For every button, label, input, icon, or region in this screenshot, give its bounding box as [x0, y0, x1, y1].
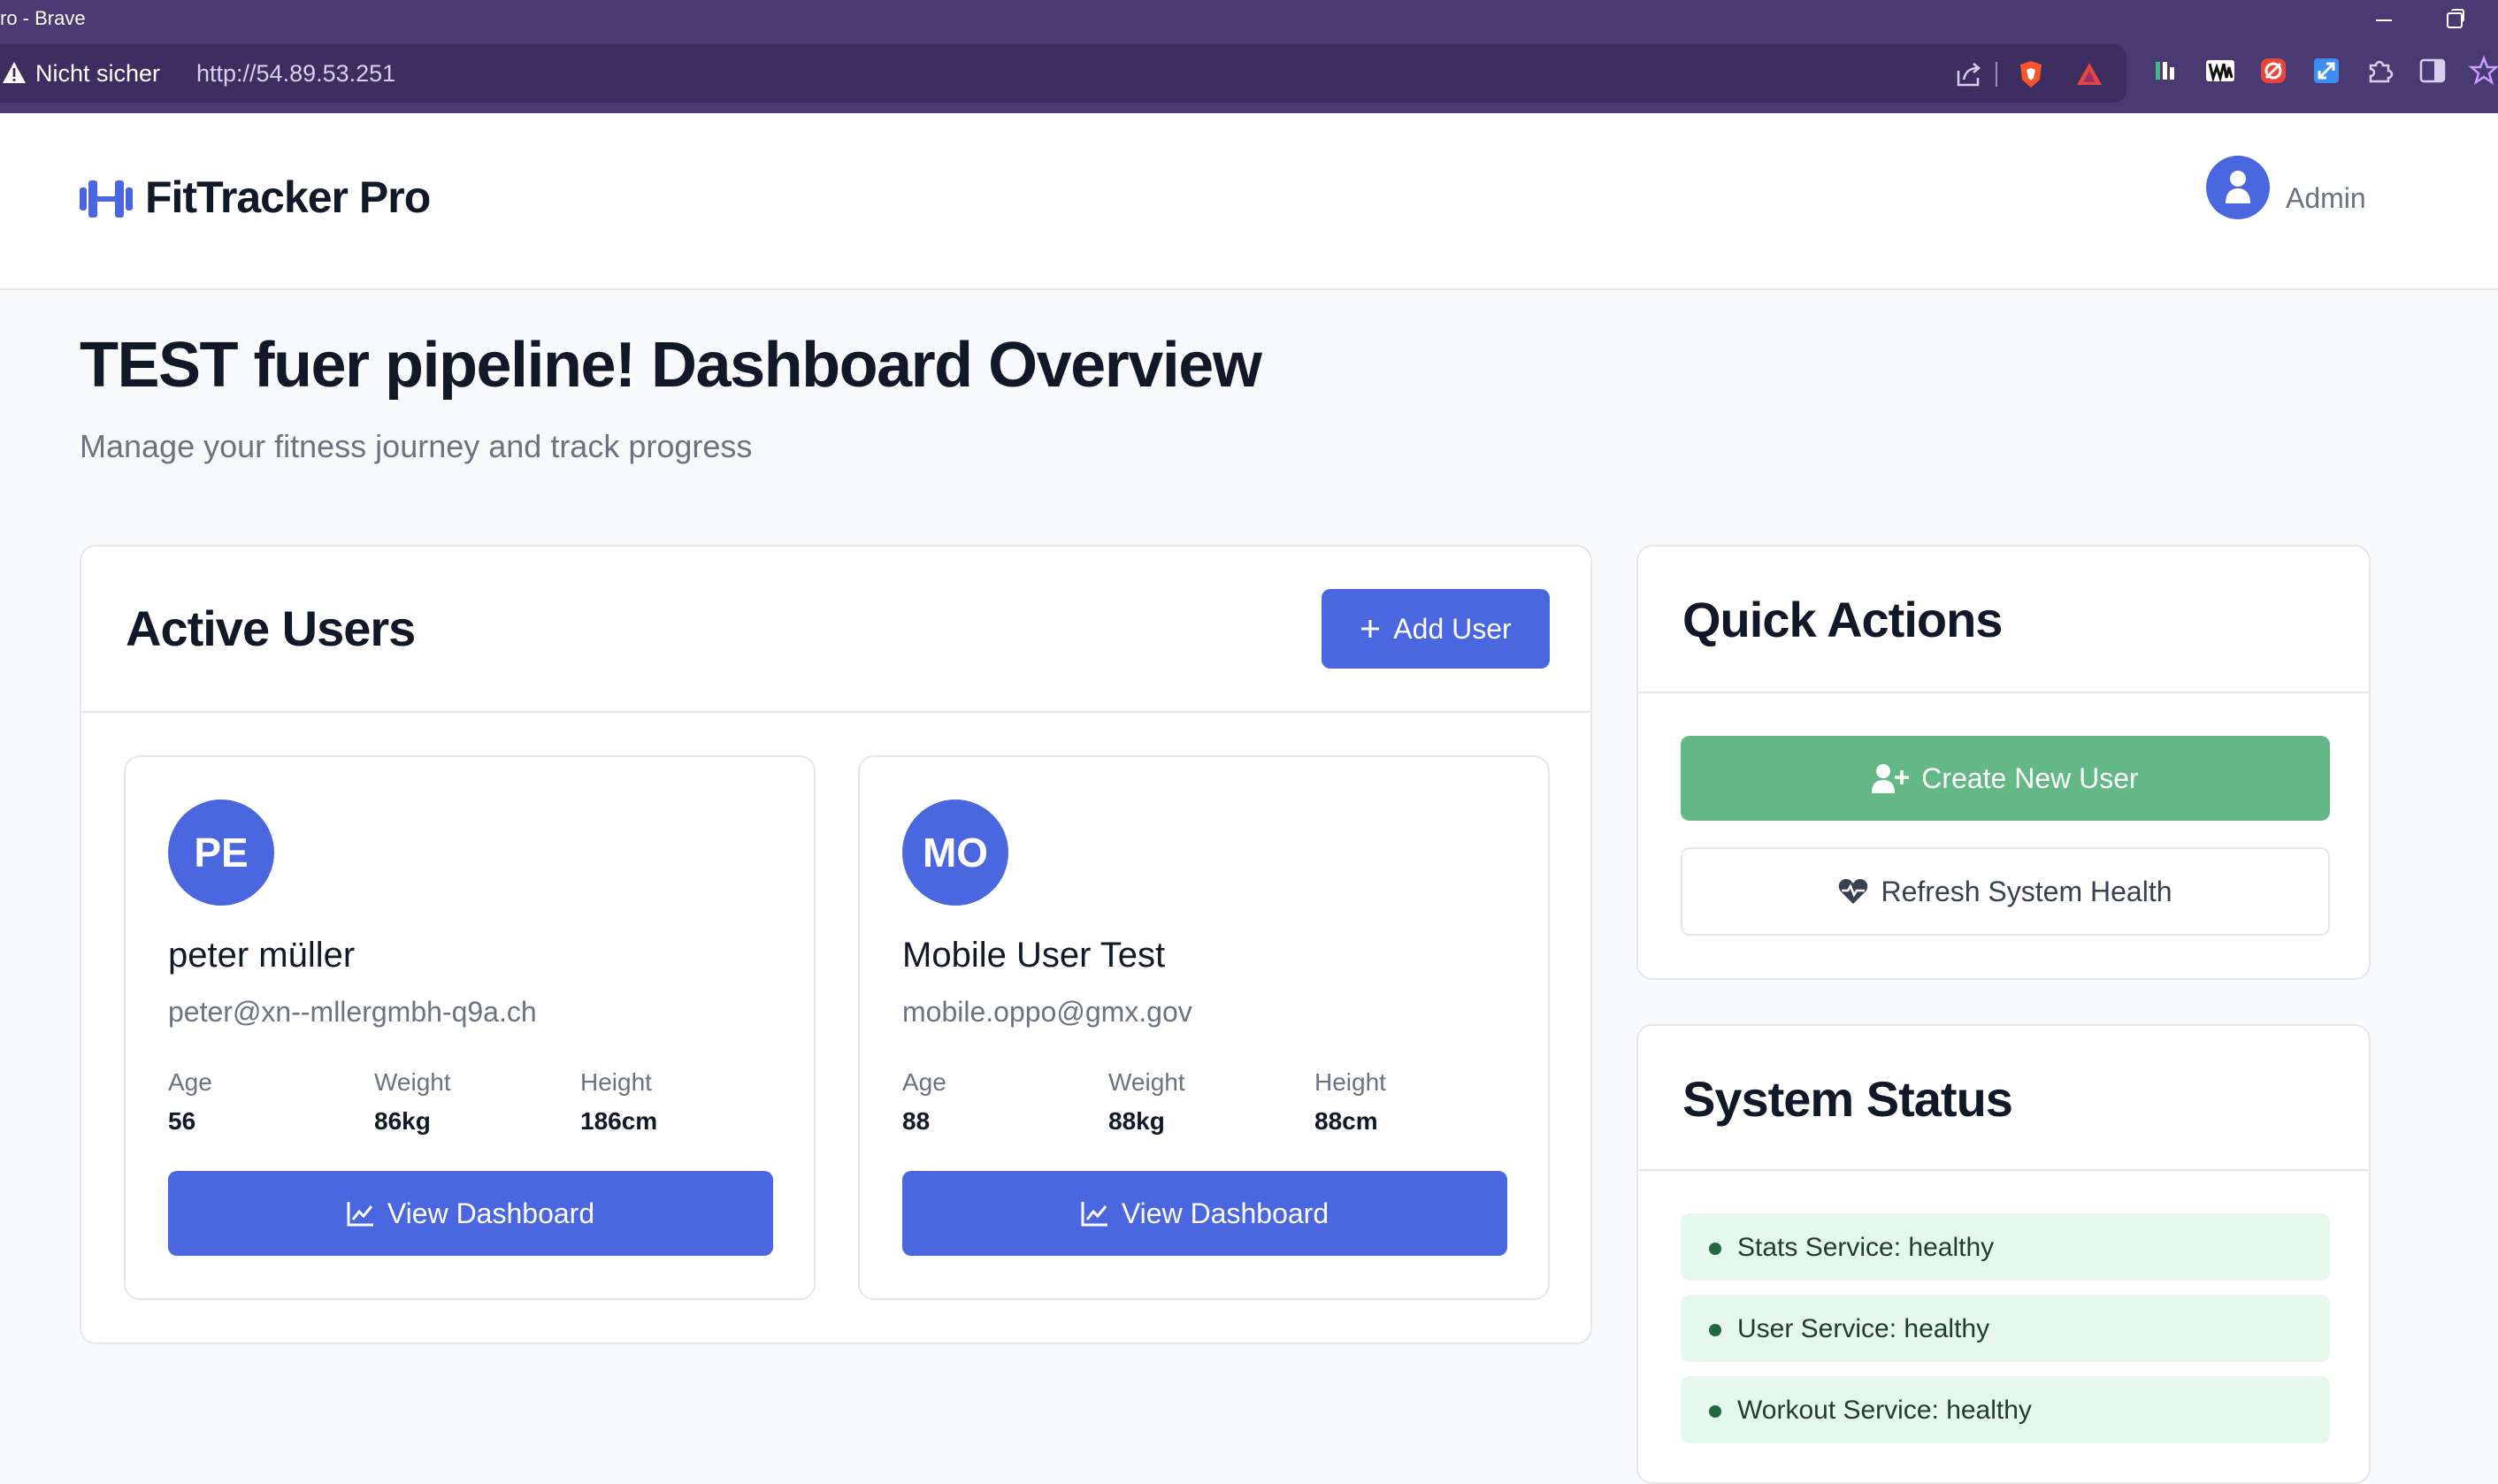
user-icon: [2226, 171, 2250, 203]
weight-label: Weight: [1108, 1068, 1185, 1096]
add-user-button[interactable]: Add User: [1322, 589, 1550, 669]
height-value: 186cm: [580, 1107, 658, 1135]
brave-rewards-icon[interactable]: [2073, 58, 2105, 90]
status-text: User Service: healthy: [1737, 1314, 1990, 1343]
create-new-user-button[interactable]: Create New User: [1681, 736, 2330, 821]
refresh-system-health-button[interactable]: Refresh System Health: [1681, 847, 2330, 936]
browser-titlebar: ro - Brave: [0, 0, 2498, 41]
restore-button[interactable]: [2436, 4, 2471, 35]
weight-label: Weight: [374, 1068, 451, 1096]
status-item: User Service: healthy: [1681, 1295, 2330, 1362]
age-label: Age: [902, 1068, 946, 1096]
user-name: peter müller: [168, 936, 356, 975]
create-new-user-label: Create New User: [1921, 761, 2139, 794]
quick-actions-card: Quick Actions Create New User Refresh Sy…: [1636, 545, 2371, 980]
user-initials-avatar: PE: [168, 799, 274, 906]
brave-shields-icon[interactable]: [2015, 58, 2047, 90]
app-header: FitTracker Pro Admin: [0, 113, 2498, 290]
status-text: Workout Service: healthy: [1737, 1396, 2032, 1425]
status-item: Workout Service: healthy: [1681, 1376, 2330, 1443]
height-label: Height: [1314, 1068, 1386, 1096]
extension-red-icon[interactable]: [2257, 55, 2289, 87]
view-dashboard-button[interactable]: View Dashboard: [168, 1171, 773, 1256]
view-dashboard-label: View Dashboard: [1121, 1197, 1329, 1229]
chart-line-icon: [347, 1202, 373, 1227]
user-plus-icon: [1872, 764, 1910, 793]
url-text[interactable]: http://54.89.53.251: [196, 60, 395, 88]
card-divider: [81, 711, 1590, 713]
extension-w-icon[interactable]: [2204, 55, 2236, 87]
age-label: Age: [168, 1068, 212, 1096]
user-card: MO Mobile User Test mobile.oppo@gmx.gov …: [858, 755, 1550, 1300]
share-icon[interactable]: [1953, 58, 1985, 90]
status-dot-icon: [1709, 1243, 1721, 1255]
minimize-button[interactable]: [2365, 4, 2401, 35]
admin-label[interactable]: Admin: [2286, 182, 2366, 215]
address-bar[interactable]: Nicht sicher http://54.89.53.251: [0, 44, 2126, 103]
height-value: 88cm: [1314, 1107, 1378, 1135]
system-status-title: System Status: [1682, 1071, 2013, 1127]
window-title: ro - Brave: [0, 7, 86, 29]
view-dashboard-label: View Dashboard: [387, 1197, 595, 1229]
extension-bar-icon[interactable]: [2149, 55, 2181, 87]
security-label[interactable]: Nicht sicher: [35, 60, 160, 88]
extension-expand-icon[interactable]: [2310, 55, 2342, 87]
sidebar-icon[interactable]: [2417, 55, 2448, 87]
status-item: Stats Service: healthy: [1681, 1213, 2330, 1281]
dumbbell-icon: [80, 180, 133, 218]
user-card: PE peter müller peter@xn--mllergmbh-q9a.…: [124, 755, 816, 1300]
toolbar-separator: [1996, 62, 1997, 87]
age-value: 56: [168, 1107, 196, 1135]
weight-value: 88kg: [1108, 1107, 1165, 1135]
active-users-title: Active Users: [126, 600, 416, 656]
card-divider: [1638, 1169, 2369, 1171]
status-text: Stats Service: healthy: [1737, 1233, 1995, 1262]
user-avatar[interactable]: [2206, 156, 2270, 219]
user-name: Mobile User Test: [902, 936, 1166, 975]
status-dot-icon: [1709, 1405, 1721, 1418]
view-dashboard-button[interactable]: View Dashboard: [902, 1171, 1507, 1256]
page-subtitle: Manage your fitness journey and track pr…: [80, 428, 753, 464]
brand-name[interactable]: FitTracker Pro: [145, 172, 431, 223]
puzzle-icon[interactable]: [2364, 55, 2395, 87]
height-label: Height: [580, 1068, 652, 1096]
chart-line-icon: [1081, 1202, 1107, 1227]
bookmark-star-icon[interactable]: [2468, 55, 2498, 87]
refresh-system-health-label: Refresh System Health: [1881, 875, 2172, 907]
add-user-label: Add User: [1393, 612, 1512, 645]
system-status-card: System Status Stats Service: healthy Use…: [1636, 1024, 2371, 1484]
weight-value: 86kg: [374, 1107, 431, 1135]
user-initials-avatar: MO: [902, 799, 1008, 906]
plus-icon: [1361, 620, 1380, 638]
active-users-card: Active Users Add User PE peter müller pe…: [80, 545, 1592, 1344]
user-email: mobile.oppo@gmx.gov: [902, 996, 1192, 1028]
card-divider: [1638, 692, 2369, 693]
page-title: TEST fuer pipeline! Dashboard Overview: [80, 330, 1262, 401]
age-value: 88: [902, 1107, 931, 1135]
browser-toolbar: Nicht sicher http://54.89.53.251: [0, 41, 2498, 113]
quick-actions-title: Quick Actions: [1682, 592, 2003, 647]
heart-pulse-icon: [1839, 879, 1868, 904]
user-email: peter@xn--mllergmbh-q9a.ch: [168, 996, 537, 1028]
status-dot-icon: [1709, 1324, 1721, 1336]
warning-icon: [3, 62, 26, 83]
